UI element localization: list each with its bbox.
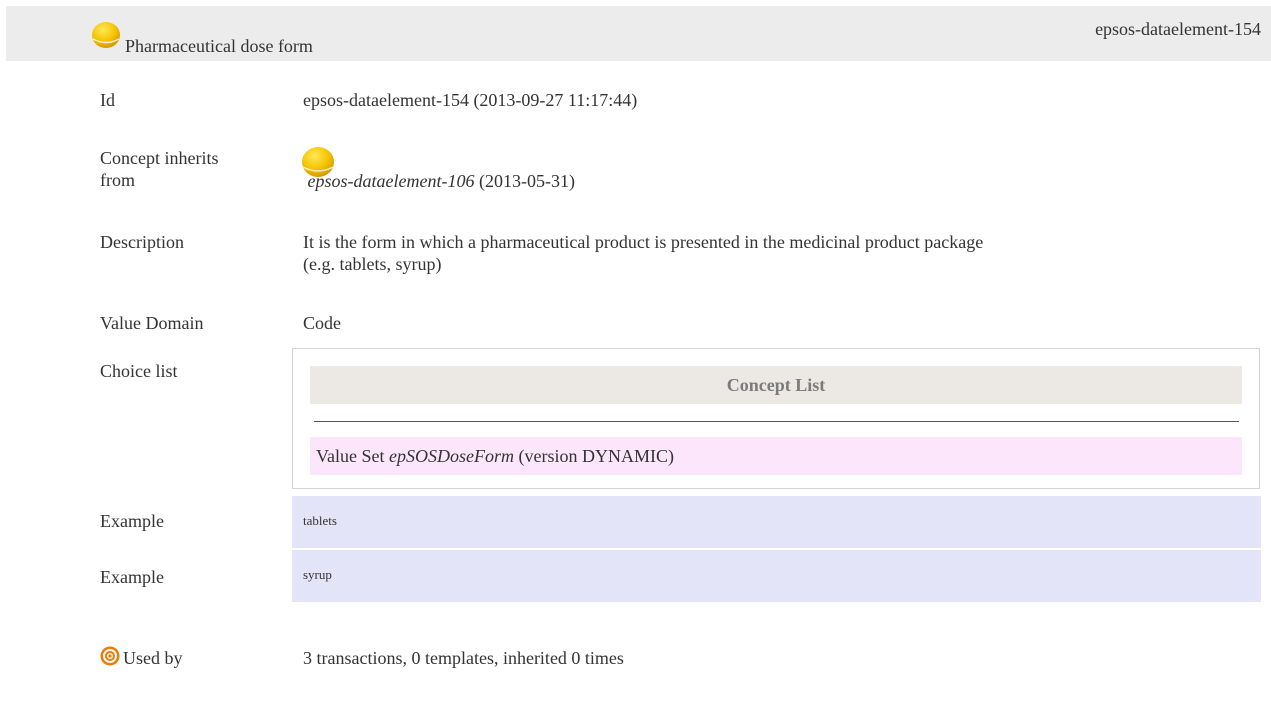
concept-header-bar: Pharmaceutical dose form epsos-dataeleme… (6, 6, 1271, 61)
description-value: It is the form in which a pharmaceutical… (303, 231, 983, 275)
example-row: tablets (292, 496, 1261, 548)
inherits-label-line1: Concept inherits (100, 148, 219, 168)
choice-list-label: Choice list (100, 361, 178, 381)
valueset-prefix: Value Set (316, 446, 385, 466)
valueset-suffix: (version DYNAMIC) (518, 446, 674, 466)
inherits-date: (2013-05-31) (478, 171, 575, 191)
concept-list-header: Concept List (310, 366, 1242, 404)
choice-list-box: Concept List Value Set epSOSDoseForm (ve… (292, 348, 1260, 489)
target-icon (100, 646, 120, 666)
description-line-2: (e.g. tablets, syrup) (303, 254, 442, 274)
concept-title: Pharmaceutical dose form (125, 36, 313, 56)
id-label: Id (100, 90, 115, 110)
concept-element-id: epsos-dataelement-154 (1095, 19, 1261, 39)
used-by-label[interactable]: Used by (123, 647, 183, 669)
description-label: Description (100, 232, 184, 252)
example-value: syrup (303, 567, 332, 582)
example-label: Example (100, 511, 164, 531)
used-by-value: 3 transactions, 0 templates, inherited 0… (303, 648, 624, 668)
value-domain-label: Value Domain (100, 313, 204, 333)
example-label: Example (100, 567, 164, 587)
valueset-name[interactable]: epSOSDoseForm (389, 446, 514, 466)
example-row: syrup (292, 550, 1261, 602)
valueset-row[interactable]: Value Set epSOSDoseForm (version DYNAMIC… (310, 437, 1242, 475)
example-value: tablets (303, 513, 337, 528)
inherits-label: Concept inherits from (100, 147, 218, 191)
inherits-label-line2: from (100, 170, 135, 190)
yellow-ball-icon (92, 22, 120, 48)
concept-list-divider (314, 421, 1239, 422)
id-value: epsos-dataelement-154 (2013-09-27 11:17:… (303, 90, 638, 110)
inherits-value: epsos-dataelement-106 (2013-05-31) (303, 170, 575, 192)
description-line-1: It is the form in which a pharmaceutical… (303, 232, 984, 252)
value-domain-value: Code (303, 313, 341, 333)
inherits-link[interactable]: epsos-dataelement-106 (308, 171, 475, 191)
